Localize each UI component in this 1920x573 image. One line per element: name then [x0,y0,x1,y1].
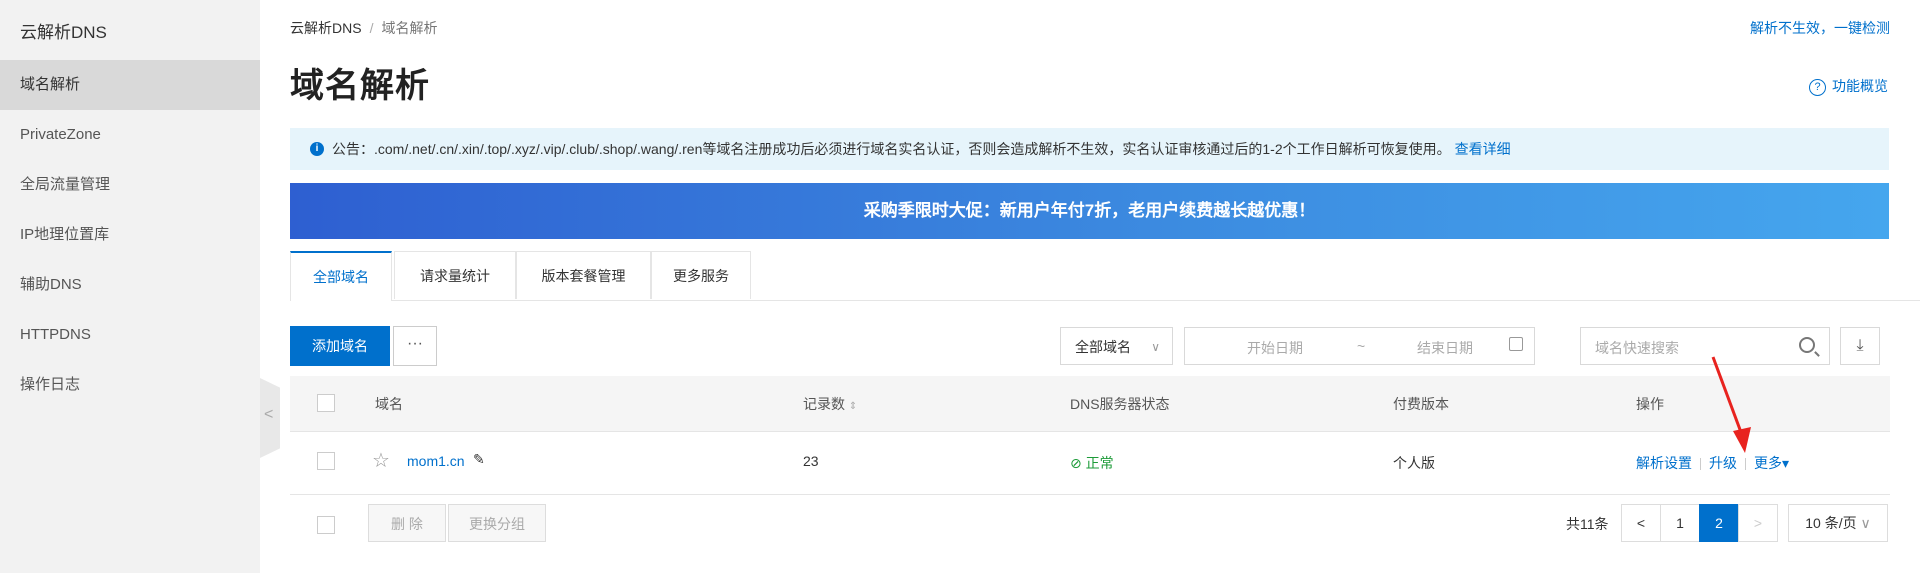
add-domain-button[interactable]: 添加域名 [290,326,390,366]
breadcrumb-separator: / [369,20,374,36]
domain-search-input[interactable]: 域名快速搜索 [1580,327,1830,365]
row-actions: 解析设置 升级 更多▾ [1636,453,1789,473]
download-icon: ⤓ [1856,337,1864,354]
download-button[interactable]: ⤓ [1840,327,1880,365]
tab-all-domains[interactable]: 全部域名 [290,251,392,301]
page-2-button[interactable]: 2 [1699,504,1739,542]
sidebar-title: 云解析DNS [20,23,107,42]
sidebar-item-privatezone[interactable]: PrivateZone [0,110,260,160]
resolution-settings-link[interactable]: 解析设置 [1636,455,1692,471]
breadcrumb-current: 域名解析 [381,20,438,36]
search-placeholder: 域名快速搜索 [1595,340,1679,356]
page-title: 域名解析 [290,67,430,105]
sidebar-item-operation-log[interactable]: 操作日志 [0,360,260,410]
notice-text: 公告：.com/.net/.cn/.xin/.top/.xyz/.vip/.cl… [332,141,1451,157]
search-icon[interactable] [1799,337,1815,353]
delete-button[interactable]: 删 除 [368,504,446,542]
select-all-checkbox[interactable] [317,394,335,412]
action-divider [1745,458,1746,471]
more-actions-button[interactable]: ··· [393,326,437,366]
chevron-right-icon: > [1753,515,1763,531]
col-plan: 付费版本 [1393,396,1449,412]
tab-bar: 全部域名 请求量统计 版本套餐管理 更多服务 [290,251,1920,301]
feature-overview-label: 功能概览 [1832,78,1888,94]
sidebar-item-secondary-dns[interactable]: 辅助DNS [0,260,260,310]
caret-down-icon: ▾ [1782,455,1790,471]
total-count: 共11条 [1566,516,1609,532]
footer-select-all-checkbox[interactable] [317,516,335,534]
feature-overview-link[interactable]: ? 功能概览 [1809,76,1888,96]
help-icon: ? [1809,78,1826,96]
more-label: 更多 [1754,455,1782,471]
sidebar-collapse-handle[interactable]: < [260,378,280,458]
info-icon: i [310,142,324,156]
sidebar-item-domain-resolution[interactable]: 域名解析 [0,60,260,110]
record-count: 23 [803,453,819,469]
chevron-left-icon: < [1636,515,1646,531]
page-1-button[interactable]: 1 [1660,504,1700,542]
row-checkbox[interactable] [317,452,335,470]
promo-banner[interactable]: 采购季限时大促：新用户年付7折，老用户续费越长越优惠！ [290,183,1889,239]
domain-group-select[interactable]: 全部域名 ∨ [1060,327,1173,365]
col-records-label: 记录数 [803,396,845,412]
table-row: ☆ mom1.cn ✎ 23 ⊘ 正常 个人版 解析设置 升级 更多▾ [290,432,1890,495]
tab-plan-management[interactable]: 版本套餐管理 [516,251,651,299]
action-divider [1700,458,1701,471]
page-size-value: 10 条/页 [1805,515,1857,531]
chevron-down-icon: ∨ [1151,340,1160,354]
page-size-select[interactable]: 10 条/页 ∨ [1788,504,1888,542]
calendar-icon [1509,337,1523,351]
sort-icon[interactable]: ⇕ [849,401,857,412]
one-click-check-link[interactable]: 解析不生效，一键检测 [1750,18,1890,38]
more-dropdown[interactable]: 更多▾ [1754,455,1789,471]
chevron-down-icon: ∨ [1856,515,1871,531]
check-circle-icon: ⊘ [1070,455,1082,471]
domain-link[interactable]: mom1.cn [407,453,465,469]
dns-status-label: 正常 [1085,455,1114,471]
table-header: 域名 记录数 ⇕ DNS服务器状态 付费版本 操作 [290,376,1890,432]
tab-request-stats[interactable]: 请求量统计 [394,251,516,299]
upgrade-link[interactable]: 升级 [1709,455,1737,471]
col-actions: 操作 [1636,396,1664,412]
notice-bar: i 公告：.com/.net/.cn/.xin/.top/.xyz/.vip/.… [290,128,1889,170]
chevron-left-icon: < [264,406,274,423]
date-range-separator: ~ [1357,338,1366,354]
prev-page-button[interactable]: < [1621,504,1661,542]
col-records[interactable]: 记录数 ⇕ [803,394,857,414]
tab-more-services[interactable]: 更多服务 [651,251,751,299]
breadcrumb: 云解析DNS / 域名解析 [290,18,437,38]
breadcrumb-root[interactable]: 云解析DNS [290,20,362,36]
col-dns-status: DNS服务器状态 [1070,396,1170,412]
start-date-placeholder: 开始日期 [1247,340,1303,356]
notice-detail-link[interactable]: 查看详细 [1455,139,1511,159]
end-date-placeholder: 结束日期 [1417,340,1473,356]
plan-version: 个人版 [1393,455,1435,471]
sidebar-item-ip-geo[interactable]: IP地理位置库 [0,210,260,260]
change-group-button[interactable]: 更换分组 [448,504,546,542]
date-range-picker[interactable]: 开始日期 ~ 结束日期 [1184,327,1535,365]
annotation-arrow-icon [1711,356,1751,453]
dns-status: ⊘ 正常 [1070,453,1114,473]
sidebar: 云解析DNS 域名解析 PrivateZone 全局流量管理 IP地理位置库 辅… [0,0,260,573]
edit-icon[interactable]: ✎ [473,451,485,468]
domain-group-value: 全部域名 [1075,339,1131,355]
star-icon[interactable]: ☆ [372,448,390,473]
sidebar-item-global-traffic[interactable]: 全局流量管理 [0,160,260,210]
sidebar-item-httpdns[interactable]: HTTPDNS [0,310,260,360]
col-domain: 域名 [375,396,403,412]
next-page-button[interactable]: > [1738,504,1778,542]
